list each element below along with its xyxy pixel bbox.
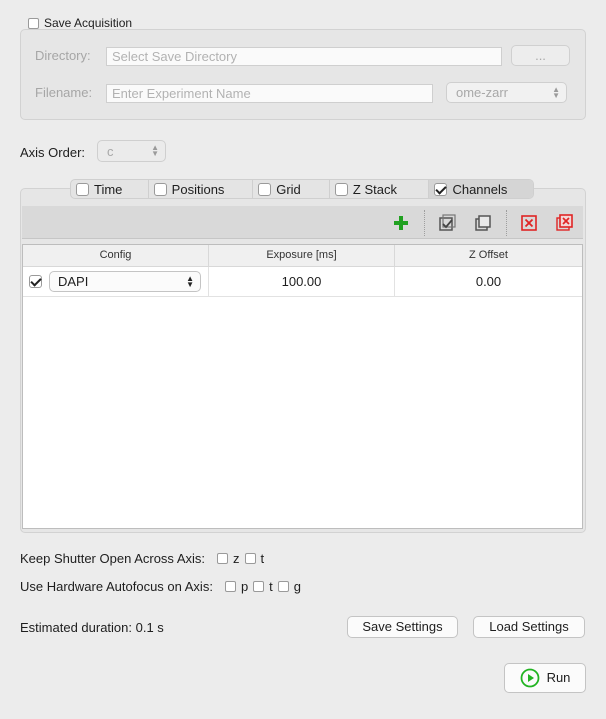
format-select-value: ome-zarr xyxy=(456,85,509,100)
tab-z-stack[interactable]: Z Stack xyxy=(330,180,430,198)
tab-grid-label: Grid xyxy=(276,181,301,197)
column-header-config[interactable]: Config xyxy=(23,245,209,266)
keep-shutter-t-label: t xyxy=(260,551,265,566)
save-settings-button[interactable]: Save Settings xyxy=(347,616,458,638)
axis-order-select[interactable]: c ▲ ▼ xyxy=(97,140,166,162)
save-acquisition-checkbox[interactable] xyxy=(28,17,39,29)
column-header-exposure[interactable]: Exposure [ms] xyxy=(209,245,395,266)
filename-field[interactable]: Enter Experiment Name xyxy=(106,84,433,103)
tab-grid[interactable]: Grid xyxy=(253,180,330,198)
remove-icon[interactable] xyxy=(518,212,540,234)
tab-positions[interactable]: Positions xyxy=(149,180,254,198)
tab-time-label: Time xyxy=(94,181,123,197)
config-select[interactable]: DAPI ▲ ▼ xyxy=(49,271,201,292)
autofocus-p-label: p xyxy=(240,579,249,594)
exposure-cell[interactable]: 100.00 xyxy=(209,267,395,296)
keep-shutter-z-label: z xyxy=(233,551,240,566)
add-icon[interactable] xyxy=(390,212,412,234)
autofocus-t-label: t xyxy=(269,579,273,594)
updown-chevron-icon: ▲ ▼ xyxy=(552,84,560,100)
run-button[interactable]: Run xyxy=(504,663,586,693)
updown-chevron-icon: ▲ ▼ xyxy=(186,273,194,289)
hardware-autofocus-row: Use Hardware Autofocus on Axis: p t g xyxy=(20,579,301,594)
load-settings-button[interactable]: Load Settings xyxy=(473,616,585,638)
autofocus-g-label: g xyxy=(293,579,302,594)
config-select-value: DAPI xyxy=(58,274,89,289)
updown-chevron-icon: ▲ ▼ xyxy=(151,143,159,158)
play-icon xyxy=(520,668,539,688)
tab-channels-label: Channels xyxy=(452,181,508,197)
positions-checkbox[interactable] xyxy=(153,182,167,196)
channels-checkbox[interactable] xyxy=(434,182,448,196)
grid-checkbox[interactable] xyxy=(258,182,272,196)
format-select[interactable]: ome-zarr ▲ ▼ xyxy=(446,82,567,103)
autofocus-t-checkbox[interactable] xyxy=(253,581,265,592)
tab-z-stack-label: Z Stack xyxy=(352,181,397,197)
autofocus-p-checkbox[interactable] xyxy=(224,581,236,592)
tab-positions-label: Positions xyxy=(171,181,225,197)
keep-shutter-row: Keep Shutter Open Across Axis: z t xyxy=(20,551,264,566)
z-stack-checkbox[interactable] xyxy=(334,182,348,196)
axis-tab-bar: Time Positions Grid Z Stack Channels xyxy=(70,179,534,199)
toolbar-separator xyxy=(424,210,425,236)
keep-shutter-z-checkbox[interactable] xyxy=(217,553,228,564)
row-enabled-checkbox[interactable] xyxy=(29,275,42,288)
save-acquisition-label: Save Acquisition xyxy=(44,16,133,30)
column-header-z-offset[interactable]: Z Offset xyxy=(395,245,582,266)
run-label: Run xyxy=(546,670,571,685)
save-acquisition-group xyxy=(20,29,586,120)
axis-order-label: Axis Order: xyxy=(20,145,86,160)
axis-order-value: c xyxy=(107,144,114,159)
config-cell: DAPI ▲ ▼ xyxy=(23,267,209,296)
channels-table: Config Exposure [ms] Z Offset DAPI ▲ ▼ 10… xyxy=(22,244,583,529)
check-all-icon[interactable] xyxy=(436,212,458,234)
duplicate-icon[interactable] xyxy=(472,212,494,234)
filename-label: Filename: xyxy=(35,85,93,100)
directory-field[interactable]: Select Save Directory xyxy=(106,47,502,66)
toolbar-separator xyxy=(506,210,507,236)
channels-toolbar xyxy=(22,206,583,239)
keep-shutter-t-checkbox[interactable] xyxy=(244,553,256,564)
table-row[interactable]: DAPI ▲ ▼ 100.00 0.00 xyxy=(23,267,582,297)
time-checkbox[interactable] xyxy=(76,182,89,196)
remove-all-icon[interactable] xyxy=(554,212,576,234)
z-offset-cell[interactable]: 0.00 xyxy=(395,267,582,296)
save-acquisition-row: Save Acquisition xyxy=(28,16,132,30)
tab-channels[interactable]: Channels xyxy=(429,180,533,198)
autofocus-g-checkbox[interactable] xyxy=(277,581,289,592)
table-header: Config Exposure [ms] Z Offset xyxy=(23,245,582,267)
browse-directory-button[interactable]: ... xyxy=(511,45,570,66)
tab-time[interactable]: Time xyxy=(71,180,149,198)
hardware-autofocus-label: Use Hardware Autofocus on Axis: xyxy=(20,579,213,594)
directory-label: Directory: xyxy=(35,48,91,63)
keep-shutter-label: Keep Shutter Open Across Axis: xyxy=(20,551,205,566)
estimated-duration: Estimated duration: 0.1 s xyxy=(20,620,164,635)
